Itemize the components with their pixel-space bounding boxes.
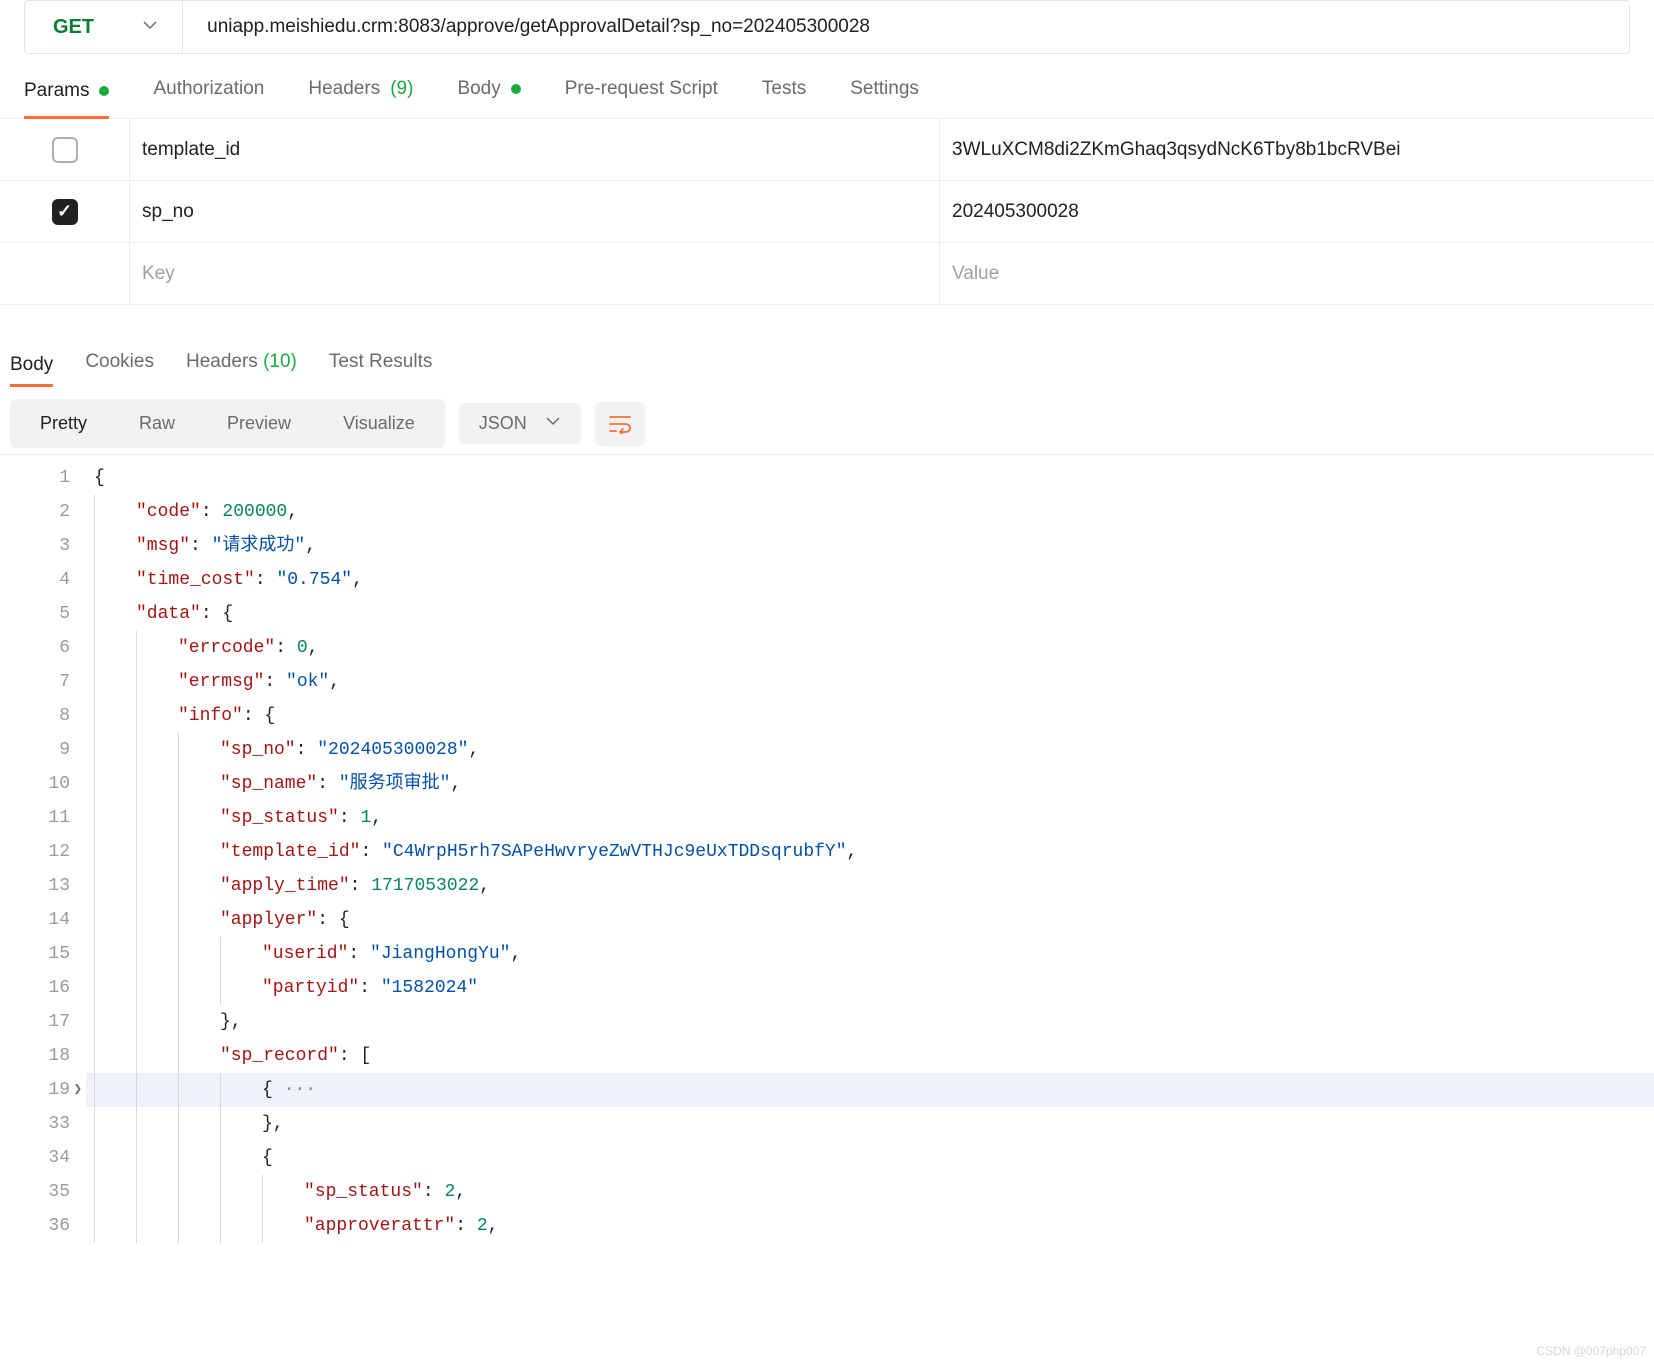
code-line: "sp_record": [ bbox=[86, 1039, 1654, 1073]
wrap-icon bbox=[608, 414, 632, 434]
request-row: GET uniapp.meishiedu.crm:8083/approve/ge… bbox=[24, 0, 1630, 54]
resp-tab-testresults[interactable]: Test Results bbox=[329, 351, 432, 379]
response-code-area: 12345678910111213141516171819❯33343536 {… bbox=[0, 454, 1654, 1249]
view-preview[interactable]: Preview bbox=[201, 403, 317, 444]
code-line: }, bbox=[86, 1107, 1654, 1141]
code-line: "applyer": { bbox=[86, 903, 1654, 937]
param-checkbox[interactable]: ✓ bbox=[52, 199, 78, 225]
tab-settings[interactable]: Settings bbox=[850, 78, 919, 104]
wrap-lines-button[interactable] bbox=[595, 402, 645, 446]
chevron-down-icon bbox=[545, 413, 561, 434]
code-line: "sp_status": 2, bbox=[86, 1175, 1654, 1209]
tab-tests[interactable]: Tests bbox=[762, 78, 806, 104]
param-key-cell[interactable]: template_id bbox=[130, 119, 940, 180]
tab-params[interactable]: Params bbox=[24, 78, 109, 119]
tab-authorization[interactable]: Authorization bbox=[153, 78, 264, 104]
tab-prerequest[interactable]: Pre-request Script bbox=[565, 78, 718, 104]
dot-indicator-icon bbox=[511, 84, 521, 94]
param-value-cell[interactable]: 202405300028 bbox=[940, 181, 1654, 242]
param-key-cell[interactable]: sp_no bbox=[130, 181, 940, 242]
param-row-new: Key Value bbox=[0, 243, 1654, 305]
resp-tab-headers[interactable]: Headers (10) bbox=[186, 351, 297, 379]
param-row: template_id 3WLuXCM8di2ZKmGhaq3qsydNcK6T… bbox=[0, 119, 1654, 181]
code-line: "msg": "请求成功", bbox=[86, 529, 1654, 563]
check-icon: ✓ bbox=[57, 201, 72, 222]
view-visualize[interactable]: Visualize bbox=[317, 403, 441, 444]
code-line: }, bbox=[86, 1005, 1654, 1039]
view-controls: Pretty Raw Preview Visualize JSON bbox=[0, 389, 1654, 454]
param-value-input[interactable]: Value bbox=[940, 243, 1654, 304]
line-gutter: 12345678910111213141516171819❯33343536 bbox=[0, 455, 86, 1249]
chevron-down-icon bbox=[142, 17, 158, 38]
code-line: { bbox=[86, 1141, 1654, 1175]
method-label: GET bbox=[53, 16, 94, 39]
code-line: "info": { bbox=[86, 699, 1654, 733]
code-line: "apply_time": 1717053022, bbox=[86, 869, 1654, 903]
resp-tab-cookies[interactable]: Cookies bbox=[85, 351, 154, 379]
code-line: "errcode": 0, bbox=[86, 631, 1654, 665]
request-tabs: Params Authorization Headers (9) Body Pr… bbox=[0, 78, 1654, 119]
tab-headers[interactable]: Headers (9) bbox=[308, 78, 413, 104]
view-raw[interactable]: Raw bbox=[113, 403, 201, 444]
code-line: "data": { bbox=[86, 597, 1654, 631]
param-checkbox[interactable] bbox=[52, 137, 78, 163]
code-line: "sp_status": 1, bbox=[86, 801, 1654, 835]
content-type-select[interactable]: JSON bbox=[459, 403, 581, 444]
resp-tab-body[interactable]: Body bbox=[10, 354, 53, 387]
params-table: template_id 3WLuXCM8di2ZKmGhaq3qsydNcK6T… bbox=[0, 119, 1654, 305]
code-line: "time_cost": "0.754", bbox=[86, 563, 1654, 597]
response-tabs: Body Cookies Headers (10) Test Results bbox=[0, 305, 1654, 389]
method-dropdown[interactable]: GET bbox=[25, 1, 183, 53]
code-line: "code": 200000, bbox=[86, 495, 1654, 529]
code-line: "errmsg": "ok", bbox=[86, 665, 1654, 699]
code-line: "userid": "JiangHongYu", bbox=[86, 937, 1654, 971]
tab-body[interactable]: Body bbox=[457, 78, 520, 104]
headers-count: (9) bbox=[390, 78, 413, 100]
param-value-cell[interactable]: 3WLuXCM8di2ZKmGhaq3qsydNcK6Tby8b1bcRVBei bbox=[940, 119, 1654, 180]
code-line: { ··· bbox=[86, 1073, 1654, 1107]
view-pretty[interactable]: Pretty bbox=[14, 403, 113, 444]
fold-toggle-icon[interactable]: ❯ bbox=[74, 1073, 82, 1107]
param-row: ✓ sp_no 202405300028 bbox=[0, 181, 1654, 243]
code-line: "approverattr": 2, bbox=[86, 1209, 1654, 1243]
code-line: "sp_no": "202405300028", bbox=[86, 733, 1654, 767]
code-line: "partyid": "1582024" bbox=[86, 971, 1654, 1005]
code-line: "template_id": "C4WrpH5rh7SAPeHwvryeZwVT… bbox=[86, 835, 1654, 869]
url-input[interactable]: uniapp.meishiedu.crm:8083/approve/getApp… bbox=[183, 1, 1629, 53]
watermark: CSDN @007php007 bbox=[1536, 1344, 1646, 1358]
url-text: uniapp.meishiedu.crm:8083/approve/getApp… bbox=[207, 16, 870, 38]
resp-headers-count: (10) bbox=[263, 351, 297, 372]
code-line: { bbox=[86, 461, 1654, 495]
code-body[interactable]: {"code": 200000,"msg": "请求成功","time_cost… bbox=[86, 455, 1654, 1249]
dot-indicator-icon bbox=[99, 86, 109, 96]
view-mode-group: Pretty Raw Preview Visualize bbox=[10, 399, 445, 448]
code-line: "sp_name": "服务项审批", bbox=[86, 767, 1654, 801]
param-key-input[interactable]: Key bbox=[130, 243, 940, 304]
